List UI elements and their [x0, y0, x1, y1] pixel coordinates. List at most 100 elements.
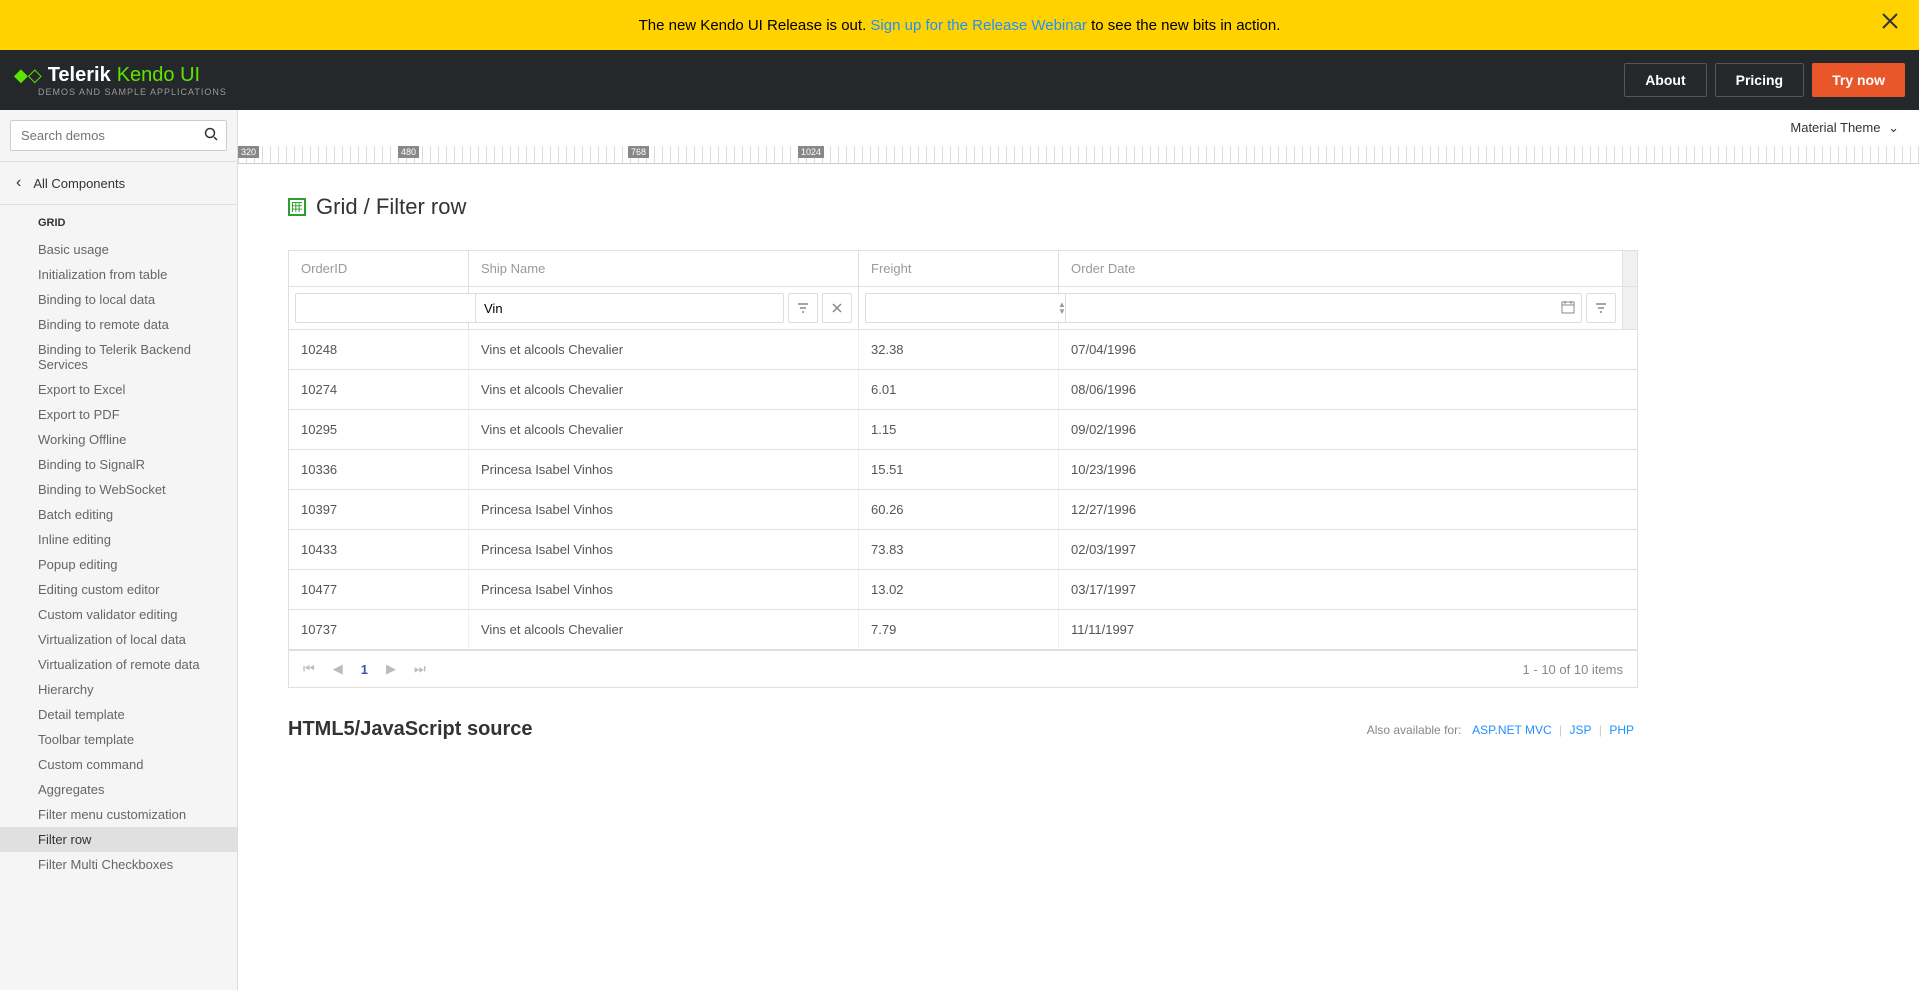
- cell-orderid: 10295: [289, 410, 469, 449]
- column-header-orderdate[interactable]: Order Date: [1059, 251, 1623, 287]
- sidebar-item[interactable]: Basic usage: [0, 237, 237, 262]
- close-icon[interactable]: [1881, 12, 1899, 36]
- cell-freight: 1.15: [859, 410, 1059, 449]
- sidebar-item[interactable]: Inline editing: [0, 527, 237, 552]
- sidebar-item[interactable]: Filter row: [0, 827, 237, 852]
- sidebar-item[interactable]: Binding to Telerik Backend Services: [0, 337, 237, 377]
- cell-orderid: 10397: [289, 490, 469, 529]
- table-row[interactable]: 10274Vins et alcools Chevalier6.0108/06/…: [289, 370, 1637, 410]
- table-row[interactable]: 10248Vins et alcools Chevalier32.3807/04…: [289, 330, 1637, 370]
- ruler-mark: 320: [238, 146, 259, 158]
- sidebar-item[interactable]: Editing custom editor: [0, 577, 237, 602]
- sidebar-item[interactable]: Virtualization of local data: [0, 627, 237, 652]
- ruler: 3204807681024: [238, 146, 1919, 164]
- table-row[interactable]: 10433Princesa Isabel Vinhos73.8302/03/19…: [289, 530, 1637, 570]
- banner-text-after: to see the new bits in action.: [1091, 17, 1280, 34]
- cell-shipname: Vins et alcools Chevalier: [469, 370, 859, 409]
- filter-input-freight[interactable]: [866, 295, 1058, 322]
- search-input[interactable]: [11, 121, 226, 150]
- logo-brand: Telerik: [48, 64, 111, 87]
- cell-orderdate: 08/06/1996: [1059, 370, 1637, 409]
- banner-link[interactable]: Sign up for the Release Webinar: [870, 17, 1087, 34]
- promo-banner: The new Kendo UI Release is out. Sign up…: [0, 0, 1919, 50]
- filter-icon[interactable]: [1586, 293, 1616, 323]
- column-header-freight[interactable]: Freight: [859, 251, 1059, 287]
- pager-prev-icon[interactable]: ◀: [333, 661, 343, 677]
- filter-input-shipname[interactable]: [476, 295, 783, 322]
- table-row[interactable]: 10295Vins et alcools Chevalier1.1509/02/…: [289, 410, 1637, 450]
- sidebar-item[interactable]: Working Offline: [0, 427, 237, 452]
- sidebar-item[interactable]: Binding to local data: [0, 287, 237, 312]
- cell-shipname: Princesa Isabel Vinhos: [469, 570, 859, 609]
- cell-orderdate: 10/23/1996: [1059, 450, 1637, 489]
- cell-orderid: 10336: [289, 450, 469, 489]
- cell-orderid: 10477: [289, 570, 469, 609]
- filter-input-orderid[interactable]: [296, 295, 488, 322]
- sidebar-item[interactable]: Aggregates: [0, 777, 237, 802]
- sidebar-item[interactable]: Hierarchy: [0, 677, 237, 702]
- sidebar-item[interactable]: Binding to WebSocket: [0, 477, 237, 502]
- sidebar-item[interactable]: Export to Excel: [0, 377, 237, 402]
- chevron-down-icon[interactable]: ⌄: [1888, 120, 1899, 135]
- chevron-left-icon: ‹: [16, 174, 21, 192]
- sidebar-item[interactable]: Binding to remote data: [0, 312, 237, 337]
- grid-icon: [288, 198, 306, 216]
- sidebar-item[interactable]: Detail template: [0, 702, 237, 727]
- clear-filter-icon[interactable]: [822, 293, 852, 323]
- logo-icon: ◆◇: [14, 65, 42, 86]
- table-row[interactable]: 10336Princesa Isabel Vinhos15.5110/23/19…: [289, 450, 1637, 490]
- cell-orderid: 10737: [289, 610, 469, 649]
- data-grid: OrderID Ship Name Freight Order Date ▲▼: [288, 250, 1638, 688]
- table-row[interactable]: 10737Vins et alcools Chevalier7.7911/11/…: [289, 610, 1637, 650]
- sidebar-item[interactable]: Custom command: [0, 752, 237, 777]
- cell-freight: 73.83: [859, 530, 1059, 569]
- also-link-aspnet[interactable]: ASP.NET MVC: [1472, 723, 1552, 737]
- pager-next-icon[interactable]: ▶: [386, 661, 396, 677]
- also-link-php[interactable]: PHP: [1609, 723, 1634, 737]
- cell-orderid: 10248: [289, 330, 469, 369]
- pager-first-icon[interactable]: ⏮: [303, 661, 315, 677]
- grid-body[interactable]: 10248Vins et alcools Chevalier32.3807/04…: [289, 330, 1637, 650]
- logo-product: Kendo UI: [117, 64, 200, 87]
- filter-input-orderdate[interactable]: [1066, 295, 1561, 322]
- sidebar-item[interactable]: Popup editing: [0, 552, 237, 577]
- pricing-button[interactable]: Pricing: [1715, 63, 1804, 97]
- theme-selector[interactable]: Material Theme: [1790, 120, 1880, 135]
- sidebar-item[interactable]: Virtualization of remote data: [0, 652, 237, 677]
- cell-freight: 60.26: [859, 490, 1059, 529]
- cell-shipname: Vins et alcools Chevalier: [469, 410, 859, 449]
- sidebar-item[interactable]: Initialization from table: [0, 262, 237, 287]
- logo[interactable]: ◆◇ Telerik Kendo UI DEMOS AND SAMPLE APP…: [14, 64, 227, 97]
- column-header-orderid[interactable]: OrderID: [289, 251, 469, 287]
- cell-orderdate: 02/03/1997: [1059, 530, 1637, 569]
- back-all-components[interactable]: ‹ All Components: [0, 161, 237, 205]
- sidebar-item[interactable]: Filter Multi Checkboxes: [0, 852, 237, 877]
- sidebar-item[interactable]: Batch editing: [0, 502, 237, 527]
- table-row[interactable]: 10477Princesa Isabel Vinhos13.0203/17/19…: [289, 570, 1637, 610]
- page-title: Grid / Filter row: [316, 194, 466, 220]
- cell-shipname: Vins et alcools Chevalier: [469, 330, 859, 369]
- cell-freight: 32.38: [859, 330, 1059, 369]
- cell-orderid: 10274: [289, 370, 469, 409]
- cell-shipname: Princesa Isabel Vinhos: [469, 530, 859, 569]
- sidebar-item[interactable]: Toolbar template: [0, 727, 237, 752]
- calendar-icon[interactable]: [1561, 300, 1575, 317]
- header: ◆◇ Telerik Kendo UI DEMOS AND SAMPLE APP…: [0, 50, 1919, 110]
- sidebar-item[interactable]: Export to PDF: [0, 402, 237, 427]
- filter-icon[interactable]: [788, 293, 818, 323]
- cell-orderid: 10433: [289, 530, 469, 569]
- pager-current-page[interactable]: 1: [361, 662, 368, 677]
- column-header-shipname[interactable]: Ship Name: [469, 251, 859, 287]
- sidebar-item[interactable]: Binding to SignalR: [0, 452, 237, 477]
- back-label: All Components: [33, 176, 125, 191]
- search-icon[interactable]: [204, 127, 218, 144]
- sidebar-item[interactable]: Custom validator editing: [0, 602, 237, 627]
- banner-text-before: The new Kendo UI Release is out.: [639, 17, 871, 34]
- try-now-button[interactable]: Try now: [1812, 63, 1905, 97]
- table-row[interactable]: 10397Princesa Isabel Vinhos60.2612/27/19…: [289, 490, 1637, 530]
- also-link-jsp[interactable]: JSP: [1569, 723, 1591, 737]
- pager-last-icon[interactable]: ⏭: [414, 661, 426, 677]
- about-button[interactable]: About: [1624, 63, 1706, 97]
- cell-orderdate: 03/17/1997: [1059, 570, 1637, 609]
- sidebar-item[interactable]: Filter menu customization: [0, 802, 237, 827]
